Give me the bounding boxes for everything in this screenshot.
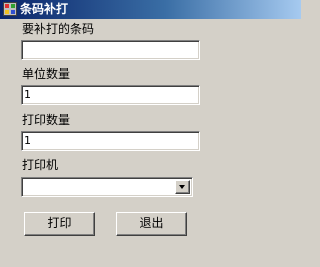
window-title: 条码补打 <box>20 2 69 16</box>
chevron-down-icon <box>179 185 185 189</box>
exit-button[interactable]: 退出 <box>116 212 187 236</box>
print-quantity-label: 打印数量 <box>22 113 71 127</box>
title-bar[interactable]: 条码补打 <box>0 0 301 19</box>
print-button[interactable]: 打印 <box>24 212 95 236</box>
printer-label: 打印机 <box>22 158 59 172</box>
printer-select[interactable] <box>21 177 193 197</box>
print-quantity-input[interactable]: 1 <box>21 131 200 151</box>
barcode-input[interactable] <box>21 40 200 60</box>
unit-quantity-label: 单位数量 <box>22 67 71 81</box>
barcode-label: 要补打的条码 <box>22 22 95 36</box>
app-icon[interactable] <box>3 2 17 16</box>
printer-dropdown-button[interactable] <box>175 180 190 194</box>
unit-quantity-input[interactable]: 1 <box>21 85 200 105</box>
